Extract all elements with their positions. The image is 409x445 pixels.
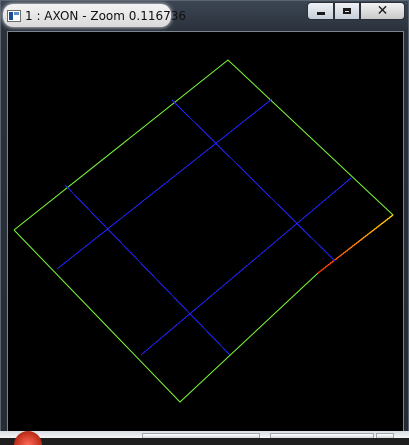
close-button[interactable]: ✕ xyxy=(360,2,405,20)
window-title: 1 : AXON - Zoom 0.116736 xyxy=(25,9,187,23)
grid-line-4 xyxy=(140,177,352,356)
taskbar-item[interactable] xyxy=(142,433,260,438)
taskbar-item[interactable] xyxy=(376,433,394,438)
minimize-icon xyxy=(316,12,325,15)
grid-line-1 xyxy=(64,184,231,356)
viewport-canvas[interactable] xyxy=(7,31,404,432)
outline-green xyxy=(13,59,394,403)
minimize-button[interactable] xyxy=(307,2,334,20)
grid-line-2 xyxy=(171,99,336,262)
axon-drawing xyxy=(13,59,394,403)
highlight-edge xyxy=(317,214,394,274)
taskbar-item[interactable] xyxy=(270,433,374,438)
maximize-button[interactable] xyxy=(334,2,360,20)
window-controls: ✕ xyxy=(307,2,405,20)
app-window: 1 : AXON - Zoom 0.116736 ✕ xyxy=(0,0,409,438)
close-icon: ✕ xyxy=(376,3,389,19)
app-icon[interactable] xyxy=(7,10,21,22)
title-pill: 1 : AXON - Zoom 0.116736 xyxy=(3,4,186,27)
grid-line-3 xyxy=(56,98,273,270)
title-bar[interactable]: 1 : AXON - Zoom 0.116736 ✕ xyxy=(1,1,408,31)
maximize-icon xyxy=(343,8,351,14)
